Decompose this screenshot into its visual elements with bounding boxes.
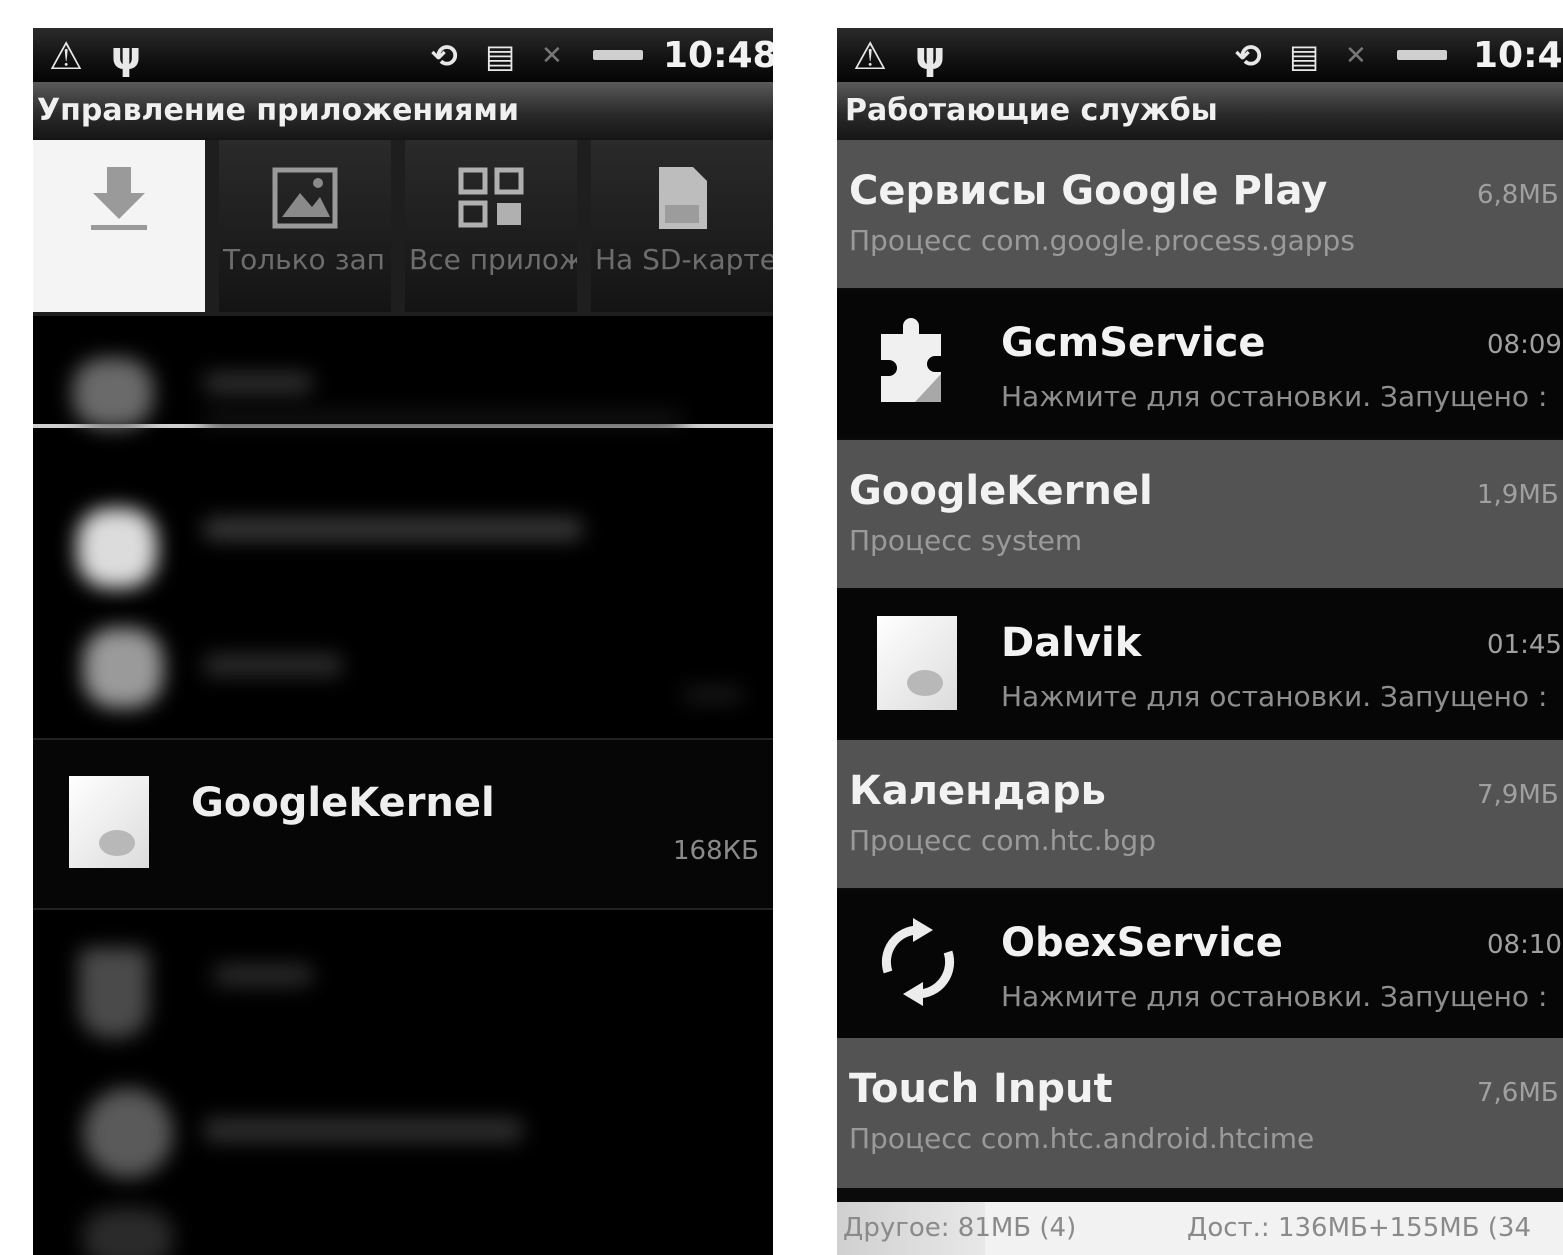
process-row-calendar[interactable]: Календарь Процесс com.htc.bgp 7,9МБ <box>837 740 1563 888</box>
process-row-googlekernel[interactable]: GoogleKernel Процесс system 1,9МБ <box>837 440 1563 588</box>
status-bar: ⚠ ψ ⟲ ▤ ✕ 10:48 <box>33 28 773 82</box>
status-bar: ⚠ ψ ⟲ ▤ ✕ 10:48 <box>837 28 1563 82</box>
service-row-dalvik[interactable]: Dalvik Нажмите для остановки. Запущено :… <box>837 590 1563 738</box>
service-row-obexservice[interactable]: ObexService Нажмите для остановки. Запущ… <box>837 890 1563 1038</box>
grid-icon <box>405 158 577 238</box>
list-item[interactable] <box>33 328 773 468</box>
memory-other: Другое: 81МБ (4) <box>837 1202 1076 1255</box>
warning-icon: ⚠ <box>49 34 84 78</box>
app-default-icon <box>69 776 149 868</box>
battery-icon <box>1397 50 1447 60</box>
tab-downloaded[interactable] <box>33 140 205 312</box>
sim-icon: ▤ <box>485 37 516 75</box>
tab-sd-card[interactable]: На SD-карте <box>591 140 773 312</box>
app-row-googlekernel[interactable]: GoogleKernel 168КБ <box>33 738 773 910</box>
usb-icon: ψ <box>915 34 946 78</box>
screen-title: Работающие службы <box>837 82 1563 140</box>
process-row-touch-input[interactable]: Touch Input Процесс com.htc.android.htci… <box>837 1038 1563 1188</box>
memory-footer: Другое: 81МБ (4) Дост.: 136МБ+155МБ (34 <box>837 1202 1563 1255</box>
no-signal-icon: ✕ <box>541 41 563 71</box>
app-name: GoogleKernel <box>191 780 495 826</box>
sd-card-icon <box>591 158 773 238</box>
usb-icon: ψ <box>111 34 142 78</box>
app-size: 168КБ <box>673 836 759 866</box>
battery-icon <box>593 50 643 60</box>
puzzle-icon <box>875 314 961 410</box>
screen-title: Управление приложениями <box>33 82 773 140</box>
app-default-icon <box>877 616 957 710</box>
list-item[interactable] <box>33 608 773 728</box>
tab-all-apps[interactable]: Все прилож <box>405 140 577 312</box>
warning-icon: ⚠ <box>853 34 888 78</box>
sim-icon: ▤ <box>1289 37 1320 75</box>
running-services-screen: ⚠ ψ ⟲ ▤ ✕ 10:48 Работающие службы Сервис… <box>837 28 1563 1255</box>
filter-tabs: Только зап Все прилож На SD-карте <box>33 140 773 428</box>
list-item[interactable] <box>33 1198 773 1255</box>
sync-icon <box>875 914 961 1010</box>
service-row-gcmservice[interactable]: GcmService Нажмите для остановки. Запуще… <box>837 290 1563 438</box>
sync-status-icon: ⟲ <box>431 37 458 75</box>
clock: 10:48 <box>1473 35 1563 76</box>
list-item[interactable] <box>33 918 773 1058</box>
app-management-screen: ⚠ ψ ⟲ ▤ ✕ 10:48 Управление приложениями … <box>33 28 773 1255</box>
download-icon <box>33 158 205 238</box>
list-item[interactable] <box>33 478 773 598</box>
clock: 10:48 <box>663 35 773 76</box>
list-item[interactable] <box>33 1058 773 1198</box>
process-row-google-play[interactable]: Сервисы Google Play Процесс com.google.p… <box>837 140 1563 288</box>
memory-available: Дост.: 136МБ+155МБ (34 <box>1187 1213 1532 1243</box>
sync-status-icon: ⟲ <box>1235 37 1262 75</box>
no-signal-icon: ✕ <box>1345 41 1367 71</box>
image-icon <box>219 158 391 238</box>
tab-running[interactable]: Только зап <box>219 140 391 312</box>
